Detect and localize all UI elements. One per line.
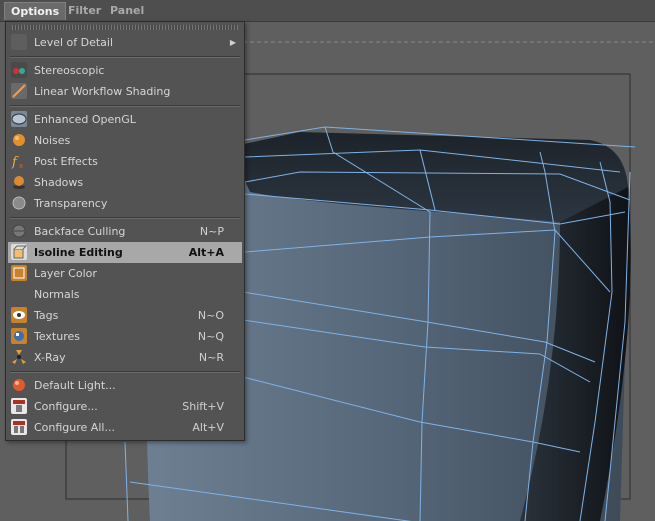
menu-item-label: Normals	[34, 288, 80, 301]
menu-separator	[10, 217, 240, 219]
menu-item-shortcut: Alt+V	[192, 421, 224, 434]
menu-item-configure[interactable]: Configure... Shift+V	[8, 396, 242, 417]
layer-color-icon	[11, 265, 27, 281]
xray-icon	[11, 349, 27, 365]
menu-item-label: Default Light...	[34, 379, 116, 392]
menu-item-level-of-detail[interactable]: Level of Detail ▶	[8, 32, 242, 53]
transparency-icon	[11, 195, 27, 211]
menu-item-noises[interactable]: Noises	[8, 130, 242, 151]
menu-item-normals[interactable]: Normals	[8, 284, 242, 305]
blank-icon	[11, 286, 27, 302]
menu-item-transparency[interactable]: Transparency	[8, 193, 242, 214]
menu-separator	[10, 371, 240, 373]
menu-item-backface-culling[interactable]: Backface Culling N~P	[8, 221, 242, 242]
menu-panel[interactable]: Panel	[104, 2, 150, 19]
menubar: Options Filter Panel	[0, 0, 655, 22]
blank-icon	[11, 34, 27, 50]
menu-item-label: Isoline Editing	[34, 246, 123, 259]
menu-item-label: Stereoscopic	[34, 64, 105, 77]
menu-item-label: Configure...	[34, 400, 98, 413]
menu-item-textures[interactable]: Textures N~Q	[8, 326, 242, 347]
noises-icon	[11, 132, 27, 148]
options-dropdown-menu: Level of Detail ▶ Stereoscopic Linear Wo…	[5, 21, 245, 441]
menu-item-default-light[interactable]: Default Light...	[8, 375, 242, 396]
menu-options[interactable]: Options	[4, 2, 67, 20]
menu-item-enhanced-opengl[interactable]: Enhanced OpenGL	[8, 109, 242, 130]
menu-item-configure-all[interactable]: Configure All... Alt+V	[8, 417, 242, 438]
default-light-icon	[11, 377, 27, 393]
menu-item-layer-color[interactable]: Layer Color	[8, 263, 242, 284]
menu-item-label: Level of Detail	[34, 36, 114, 49]
shadows-icon	[11, 174, 27, 190]
menu-item-tags[interactable]: Tags N~O	[8, 305, 242, 326]
menu-item-label: X-Ray	[34, 351, 66, 364]
menu-item-shortcut: N~O	[197, 309, 224, 322]
menu-item-label: Post Effects	[34, 155, 98, 168]
menu-item-label: Configure All...	[34, 421, 115, 434]
menu-item-shortcut: N~Q	[197, 330, 224, 343]
menu-item-shortcut: Shift+V	[182, 400, 224, 413]
opengl-icon	[11, 111, 27, 127]
menu-item-linear-workflow-shading[interactable]: Linear Workflow Shading	[8, 81, 242, 102]
menu-item-label: Linear Workflow Shading	[34, 85, 171, 98]
menu-item-isoline-editing[interactable]: Isoline Editing Alt+A	[8, 242, 242, 263]
menu-item-label: Tags	[34, 309, 59, 322]
menu-item-label: Noises	[34, 134, 71, 147]
menu-item-label: Enhanced OpenGL	[34, 113, 136, 126]
menu-item-label: Shadows	[34, 176, 84, 189]
menu-item-stereoscopic[interactable]: Stereoscopic	[8, 60, 242, 81]
tags-icon	[11, 307, 27, 323]
tear-off-grip[interactable]	[12, 25, 238, 30]
configure-icon	[11, 398, 27, 414]
menu-item-x-ray[interactable]: X-Ray N~R	[8, 347, 242, 368]
svg-text:x: x	[19, 162, 23, 169]
configure-all-icon	[11, 419, 27, 435]
menu-item-label: Backface Culling	[34, 225, 126, 238]
menu-item-post-effects[interactable]: fx Post Effects	[8, 151, 242, 172]
backface-culling-icon	[11, 223, 27, 239]
menu-separator	[10, 56, 240, 58]
post-effects-icon: fx	[11, 153, 27, 170]
menu-item-shortcut: Alt+A	[188, 246, 224, 259]
menu-item-shortcut: N~P	[199, 225, 224, 238]
linear-workflow-icon	[11, 83, 27, 99]
isoline-editing-icon	[11, 244, 28, 260]
menu-item-label: Textures	[34, 330, 80, 343]
menu-filter[interactable]: Filter	[62, 2, 107, 19]
menu-item-shadows[interactable]: Shadows	[8, 172, 242, 193]
menu-item-label: Transparency	[34, 197, 108, 210]
textures-icon	[11, 328, 27, 344]
menu-separator	[10, 105, 240, 107]
menu-item-shortcut: N~R	[198, 351, 224, 364]
submenu-arrow-icon: ▶	[229, 38, 236, 47]
stereoscopic-icon	[11, 62, 27, 78]
menu-item-label: Layer Color	[34, 267, 97, 280]
svg-text:f: f	[11, 155, 19, 169]
